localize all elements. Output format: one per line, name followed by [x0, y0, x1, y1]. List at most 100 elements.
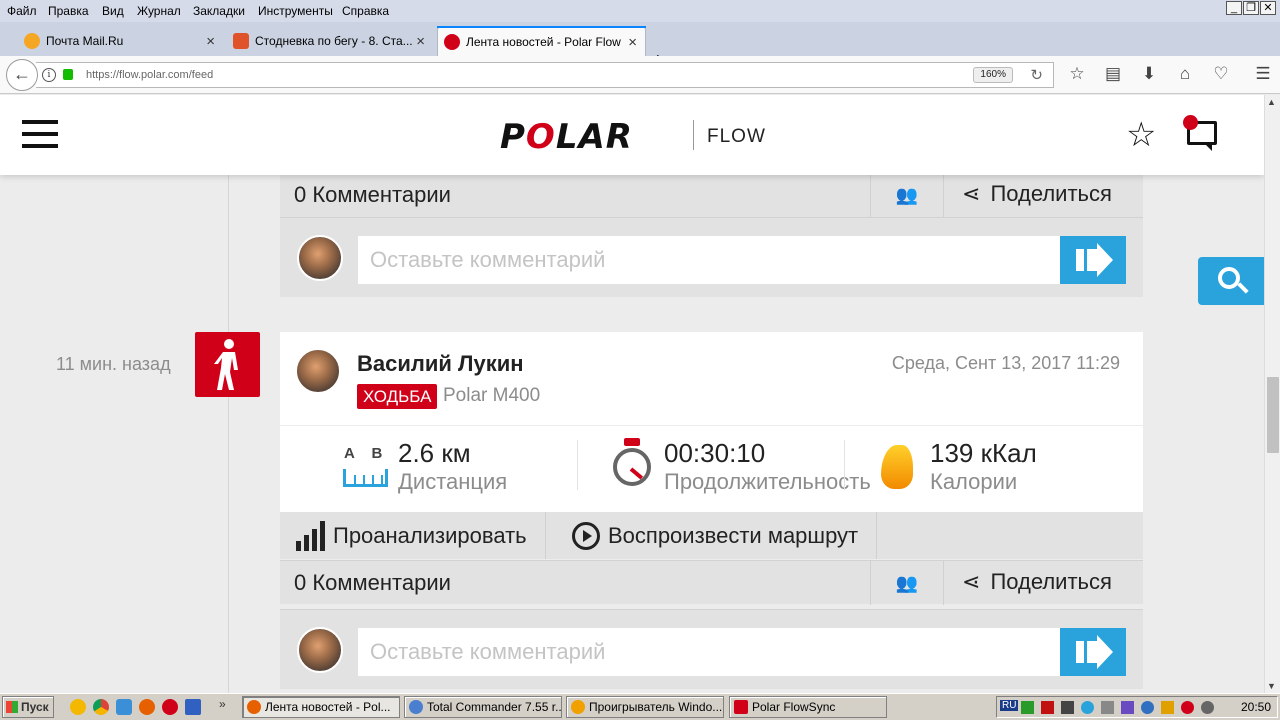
avatar	[297, 627, 343, 673]
close-window-icon[interactable]: ✕	[1260, 1, 1276, 15]
calories-label: Калории	[930, 469, 1018, 494]
menu-file[interactable]: Файл	[7, 4, 37, 18]
quicklaunch-app-icon[interactable]	[116, 699, 132, 715]
flow-label: FLOW	[707, 126, 766, 147]
pocket-icon[interactable]: ♡	[1210, 64, 1232, 84]
site-header: POLAR FLOW ☆	[0, 95, 1264, 175]
page-viewport: 0 Комментарии 👥 ⋖ Поделиться Оставьте ко…	[0, 95, 1264, 693]
comment-input[interactable]: Оставьте комментарий	[358, 236, 1060, 284]
menu-view[interactable]: Вид	[102, 4, 124, 18]
back-button[interactable]: ←	[6, 59, 38, 91]
tray-icon[interactable]	[1181, 701, 1194, 714]
replay-route-button[interactable]: Воспроизвести маршрут	[554, 512, 878, 559]
post-comments-bar: 0 Комментарии 👥 ⋖ Поделиться	[280, 560, 1143, 605]
tray-icon[interactable]	[1041, 701, 1054, 714]
play-icon	[572, 521, 600, 550]
tray-icon[interactable]	[1161, 701, 1174, 714]
menu-help[interactable]: Справка	[342, 4, 389, 18]
taskbar-firefox[interactable]: Лента новостей - Pol...	[242, 696, 400, 718]
share-button[interactable]: ⋖ Поделиться	[962, 181, 1112, 207]
timeline-line	[228, 175, 229, 693]
analyze-button[interactable]: Проанализировать	[280, 512, 546, 559]
close-tab-icon[interactable]: ×	[206, 33, 215, 50]
nav-bar: i https://flow.polar.com/feed 160% ↻ ← ☆…	[0, 56, 1280, 94]
calories-value: 139 кКал	[930, 438, 1037, 468]
tray-icon[interactable]	[1061, 701, 1074, 714]
replay-label: Воспроизвести маршрут	[608, 522, 859, 548]
home-icon[interactable]: ⌂	[1174, 64, 1196, 84]
send-comment-button[interactable]	[1060, 236, 1126, 284]
downloads-icon[interactable]: ⬇	[1138, 64, 1160, 84]
reload-icon[interactable]: ↻	[1030, 66, 1043, 84]
chrome-icon[interactable]	[93, 699, 109, 715]
menu-bookmarks[interactable]: Закладки	[193, 4, 245, 18]
people-icon[interactable]: 👥	[870, 561, 944, 605]
tray-icon[interactable]	[1141, 701, 1154, 714]
hamburger-menu-icon[interactable]: ☰	[1252, 64, 1274, 84]
taskbar-polar-flowsync[interactable]: Polar FlowSync	[729, 696, 887, 718]
lock-icon	[63, 69, 73, 80]
minimize-icon[interactable]: _	[1226, 1, 1242, 15]
menu-edit[interactable]: Правка	[48, 4, 89, 18]
tray-icon[interactable]	[1081, 701, 1094, 714]
scroll-up-icon[interactable]: ▲	[1267, 97, 1276, 107]
firefox-icon[interactable]	[139, 699, 155, 715]
search-button[interactable]	[1198, 257, 1264, 305]
share-button[interactable]: ⋖ Поделиться	[962, 569, 1112, 595]
scroll-down-icon[interactable]: ▼	[1267, 681, 1276, 691]
page-scrollbar[interactable]: ▲ ▼	[1264, 95, 1280, 693]
send-arrow-icon	[1076, 641, 1084, 663]
taskbar-total-commander[interactable]: Total Commander 7.55 r...	[404, 696, 562, 718]
zoom-level[interactable]: 160%	[973, 67, 1013, 83]
distance-label: Дистанция	[398, 469, 508, 494]
taskbar-media-player[interactable]: Проигрыватель Windo...	[566, 696, 724, 718]
menu-history[interactable]: Журнал	[137, 4, 181, 18]
tray-icon[interactable]	[1101, 701, 1114, 714]
menu-bar: Файл Правка Вид Журнал Закладки Инструме…	[0, 0, 1280, 22]
bookmark-star-icon[interactable]: ☆	[1066, 64, 1088, 84]
user-avatar[interactable]	[295, 348, 341, 394]
tray-icon[interactable]	[1021, 701, 1034, 714]
close-tab-icon[interactable]: ×	[628, 34, 637, 51]
favorites-star-icon[interactable]: ☆	[1126, 115, 1156, 155]
comments-count[interactable]: 0 Комментарии	[294, 570, 451, 596]
opera-icon[interactable]	[162, 699, 178, 715]
address-bar[interactable]: i https://flow.polar.com/feed 160% ↻	[36, 62, 1054, 88]
tab-mail-ru[interactable]: Почта Mail.Ru ×	[18, 26, 223, 56]
stopwatch-icon	[613, 448, 651, 486]
reading-list-icon[interactable]: ▤	[1102, 64, 1124, 84]
chevron-right-icon[interactable]: »	[219, 697, 226, 711]
save-icon[interactable]	[185, 699, 201, 715]
time-ago: 11 мин. назад	[56, 354, 171, 374]
mail-ru-favicon-icon	[24, 33, 40, 49]
people-icon[interactable]: 👥	[870, 173, 944, 217]
url-text[interactable]: https://flow.polar.com/feed	[86, 69, 213, 81]
scroll-thumb[interactable]	[1267, 377, 1279, 453]
tray-icon[interactable]	[1201, 701, 1214, 714]
language-indicator[interactable]: RU	[1000, 700, 1019, 711]
send-comment-button[interactable]	[1060, 628, 1126, 676]
start-button[interactable]: Пуск	[2, 696, 54, 718]
activity-card[interactable]: Василий Лукин Среда, Сент 13, 2017 11:29…	[280, 332, 1143, 512]
info-icon[interactable]: i	[42, 68, 56, 82]
quicklaunch-app-icon[interactable]	[70, 699, 86, 715]
hamburger-menu-icon[interactable]	[22, 120, 58, 148]
notification-dot	[1183, 115, 1198, 130]
clock: 20:50	[1240, 700, 1271, 714]
menu-tools[interactable]: Инструменты	[258, 4, 333, 18]
tab-polar-flow[interactable]: Лента новостей - Polar Flow ×	[437, 26, 646, 56]
polar-logo[interactable]: POLAR	[500, 117, 633, 157]
tab-bar: Почта Mail.Ru × Стодневка по бегу - 8. С…	[0, 22, 1280, 72]
search-icon	[1218, 267, 1240, 289]
tab-stodnevka[interactable]: Стодневка по бегу - 8. Ста... ×	[227, 26, 433, 56]
comments-count[interactable]: 0 Комментарии	[294, 182, 451, 208]
prev-comments-bar: 0 Комментарии 👥 ⋖ Поделиться	[280, 173, 1143, 217]
close-tab-icon[interactable]: ×	[416, 33, 425, 50]
restore-icon[interactable]: ❐	[1243, 1, 1259, 15]
comment-input[interactable]: Оставьте комментарий	[358, 628, 1060, 676]
system-tray: RU 20:50	[996, 696, 1278, 718]
window-controls: _ ❐ ✕	[1226, 1, 1276, 15]
tray-icon[interactable]	[1121, 701, 1134, 714]
send-arrow-icon	[1076, 249, 1084, 271]
user-name[interactable]: Василий Лукин	[357, 351, 524, 377]
